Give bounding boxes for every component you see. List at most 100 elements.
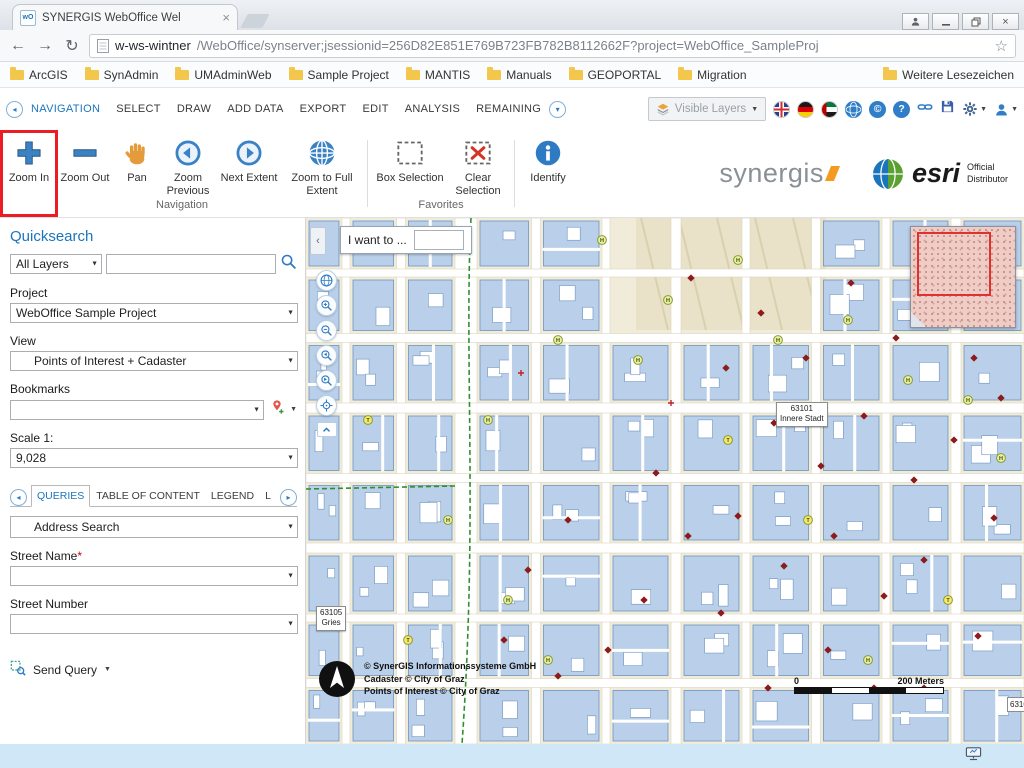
bookmark-star-icon[interactable]: ☆ bbox=[995, 37, 1008, 55]
map-tools-collapse-icon[interactable] bbox=[317, 422, 337, 437]
add-bookmark-pin-icon[interactable] bbox=[269, 399, 285, 420]
pan-button[interactable]: Pan bbox=[114, 130, 160, 185]
tab-queries[interactable]: QUERIES bbox=[31, 485, 90, 507]
overview-map[interactable] bbox=[910, 226, 1016, 328]
ribbon-more-icon[interactable]: ▾ bbox=[549, 101, 566, 118]
gear-icon bbox=[962, 101, 978, 117]
tabs-scroll-left-icon[interactable]: ◂ bbox=[10, 489, 27, 506]
bookmark-folder-umadminweb[interactable]: UMAdminWeb bbox=[175, 68, 271, 82]
toolbar-group-favorites: Box Selection Clear Selection Favorites bbox=[373, 130, 509, 217]
toolbar-group-navigation: Zoom In Zoom Out Pan Zoom Previous Next … bbox=[2, 130, 362, 217]
user-menu-button[interactable]: ▼ bbox=[994, 102, 1018, 117]
bookmarks-dropdown[interactable]: ▼ bbox=[10, 400, 264, 420]
zoom-previous-button[interactable]: Zoom Previous bbox=[160, 130, 216, 197]
bookmarks-label: Bookmarks bbox=[10, 382, 297, 396]
tab-export[interactable]: EXPORT bbox=[300, 103, 347, 115]
flag-germany-icon[interactable] bbox=[797, 101, 814, 118]
tab-add-data[interactable]: ADD DATA bbox=[227, 103, 283, 115]
chevron-down-icon[interactable]: ▼ bbox=[104, 666, 111, 673]
tab-select[interactable]: SELECT bbox=[116, 103, 161, 115]
street-name-combobox[interactable]: ▼ bbox=[10, 566, 298, 586]
tab-edit[interactable]: EDIT bbox=[362, 103, 388, 115]
tab-analysis[interactable]: ANALYSIS bbox=[405, 103, 460, 115]
overview-extent-rectangle[interactable] bbox=[917, 232, 991, 296]
esri-wordmark: esri bbox=[912, 158, 960, 189]
overview-toggle-button[interactable] bbox=[911, 312, 926, 327]
toolbar-separator bbox=[367, 140, 368, 207]
presentation-display-icon[interactable] bbox=[965, 746, 982, 766]
view-dropdown[interactable]: Points of Interest + Cadaster▼ bbox=[10, 351, 298, 371]
tab-close-icon[interactable]: × bbox=[222, 11, 230, 24]
link-icon[interactable] bbox=[917, 99, 933, 120]
identify-button[interactable]: Identify bbox=[520, 130, 576, 185]
chevron-down-icon: ▼ bbox=[91, 261, 98, 268]
save-icon[interactable] bbox=[940, 99, 955, 119]
bookmark-folder-manuals[interactable]: Manuals bbox=[487, 68, 551, 82]
project-dropdown[interactable]: WebOffice Sample Project▼ bbox=[10, 303, 298, 323]
scale-combobox[interactable]: 9,028▼ bbox=[10, 448, 298, 468]
clear-selection-button[interactable]: Clear Selection bbox=[447, 130, 509, 197]
bookmark-folder-geoportal[interactable]: GEOPORTAL bbox=[569, 68, 662, 82]
tab-legend[interactable]: LEGEND bbox=[206, 486, 259, 506]
browser-tab[interactable]: wO SYNERGIS WebOffice Wel × bbox=[12, 4, 238, 30]
folder-icon bbox=[678, 70, 692, 80]
queries-panel: Address Search▼ Street Name* ▼ Street Nu… bbox=[10, 507, 297, 679]
map-overview-globe-icon[interactable] bbox=[316, 270, 337, 291]
tab-truncated[interactable]: L bbox=[260, 486, 276, 506]
tab-remaining[interactable]: REMAINING bbox=[476, 103, 541, 115]
new-tab-button[interactable] bbox=[240, 14, 269, 28]
globe-icon[interactable] bbox=[845, 101, 862, 118]
svg-text:H: H bbox=[966, 398, 970, 404]
map-zoom-next-icon[interactable] bbox=[316, 370, 337, 391]
tabs-scroll-right-icon[interactable]: ▸ bbox=[280, 489, 297, 506]
map-center-crosshair-icon[interactable] bbox=[316, 395, 337, 416]
tab-draw[interactable]: DRAW bbox=[177, 103, 211, 115]
restore-button[interactable] bbox=[962, 13, 989, 30]
i-want-to-input[interactable] bbox=[414, 230, 464, 250]
zoom-in-label: Zoom In bbox=[9, 172, 49, 185]
bookmark-folder-arcgis[interactable]: ArcGIS bbox=[10, 68, 68, 82]
zoom-out-button[interactable]: Zoom Out bbox=[56, 130, 114, 185]
map-viewport[interactable]: HHHHHHHHHHHHTTHTTTHH ‹ I want to ... 631… bbox=[306, 218, 1024, 744]
chevron-down-icon[interactable]: ▼ bbox=[290, 406, 297, 413]
reload-button[interactable]: ↻ bbox=[62, 36, 82, 56]
copyright-icon[interactable]: © bbox=[869, 101, 886, 118]
bookmark-folder-sample-project[interactable]: Sample Project bbox=[289, 68, 389, 82]
query-type-dropdown[interactable]: Address Search▼ bbox=[10, 516, 298, 538]
close-button[interactable]: × bbox=[992, 13, 1019, 30]
settings-gear-button[interactable]: ▼ bbox=[962, 101, 987, 117]
forward-button[interactable]: → bbox=[35, 37, 55, 55]
search-icon[interactable] bbox=[280, 253, 297, 275]
bookmark-folder-migration[interactable]: Migration bbox=[678, 68, 746, 82]
bookmark-folder-mantis[interactable]: MANTIS bbox=[406, 68, 470, 82]
layer-filter-dropdown[interactable]: All Layers ▼ bbox=[10, 254, 102, 274]
i-want-to-button[interactable]: I want to ... bbox=[340, 226, 472, 254]
minimize-button[interactable] bbox=[932, 13, 959, 30]
profile-button[interactable] bbox=[902, 13, 929, 30]
next-extent-button[interactable]: Next Extent bbox=[216, 130, 282, 185]
zoom-in-button[interactable]: Zoom In bbox=[2, 130, 56, 185]
svg-text:H: H bbox=[636, 358, 640, 364]
other-bookmarks-button[interactable]: Weitere Lesezeichen bbox=[883, 68, 1014, 82]
map-zoom-previous-icon[interactable] bbox=[316, 345, 337, 366]
sidebar-collapse-button[interactable]: ‹ bbox=[310, 227, 326, 255]
layer-filter-value: All Layers bbox=[16, 257, 69, 271]
help-icon[interactable]: ? bbox=[893, 101, 910, 118]
tab-navigation[interactable]: NAVIGATION bbox=[31, 103, 100, 115]
map-zoom-out-icon[interactable] bbox=[316, 320, 337, 341]
send-query-button[interactable]: Send Query ▼ bbox=[10, 660, 297, 679]
box-selection-button[interactable]: Box Selection bbox=[373, 130, 447, 185]
ribbon-collapse-icon[interactable]: ◂ bbox=[6, 101, 23, 118]
back-button[interactable]: ← bbox=[8, 37, 28, 55]
map-zoom-in-icon[interactable] bbox=[316, 295, 337, 316]
address-bar-input[interactable]: w-ws-wintner/WebOffice/synserver;jsessio… bbox=[89, 34, 1016, 58]
street-number-combobox[interactable]: ▼ bbox=[10, 614, 298, 634]
tab-table-of-content[interactable]: TABLE OF CONTENT bbox=[91, 486, 205, 506]
flag-uk-icon[interactable] bbox=[773, 101, 790, 118]
clear-selection-icon bbox=[464, 137, 492, 169]
flag-uae-icon[interactable] bbox=[821, 101, 838, 118]
zoom-to-full-extent-button[interactable]: Zoom to Full Extent bbox=[282, 130, 362, 197]
quicksearch-input[interactable] bbox=[106, 254, 276, 274]
bookmark-folder-synadmin[interactable]: SynAdmin bbox=[85, 68, 159, 82]
visible-layers-button[interactable]: Visible Layers ▼ bbox=[648, 97, 766, 121]
